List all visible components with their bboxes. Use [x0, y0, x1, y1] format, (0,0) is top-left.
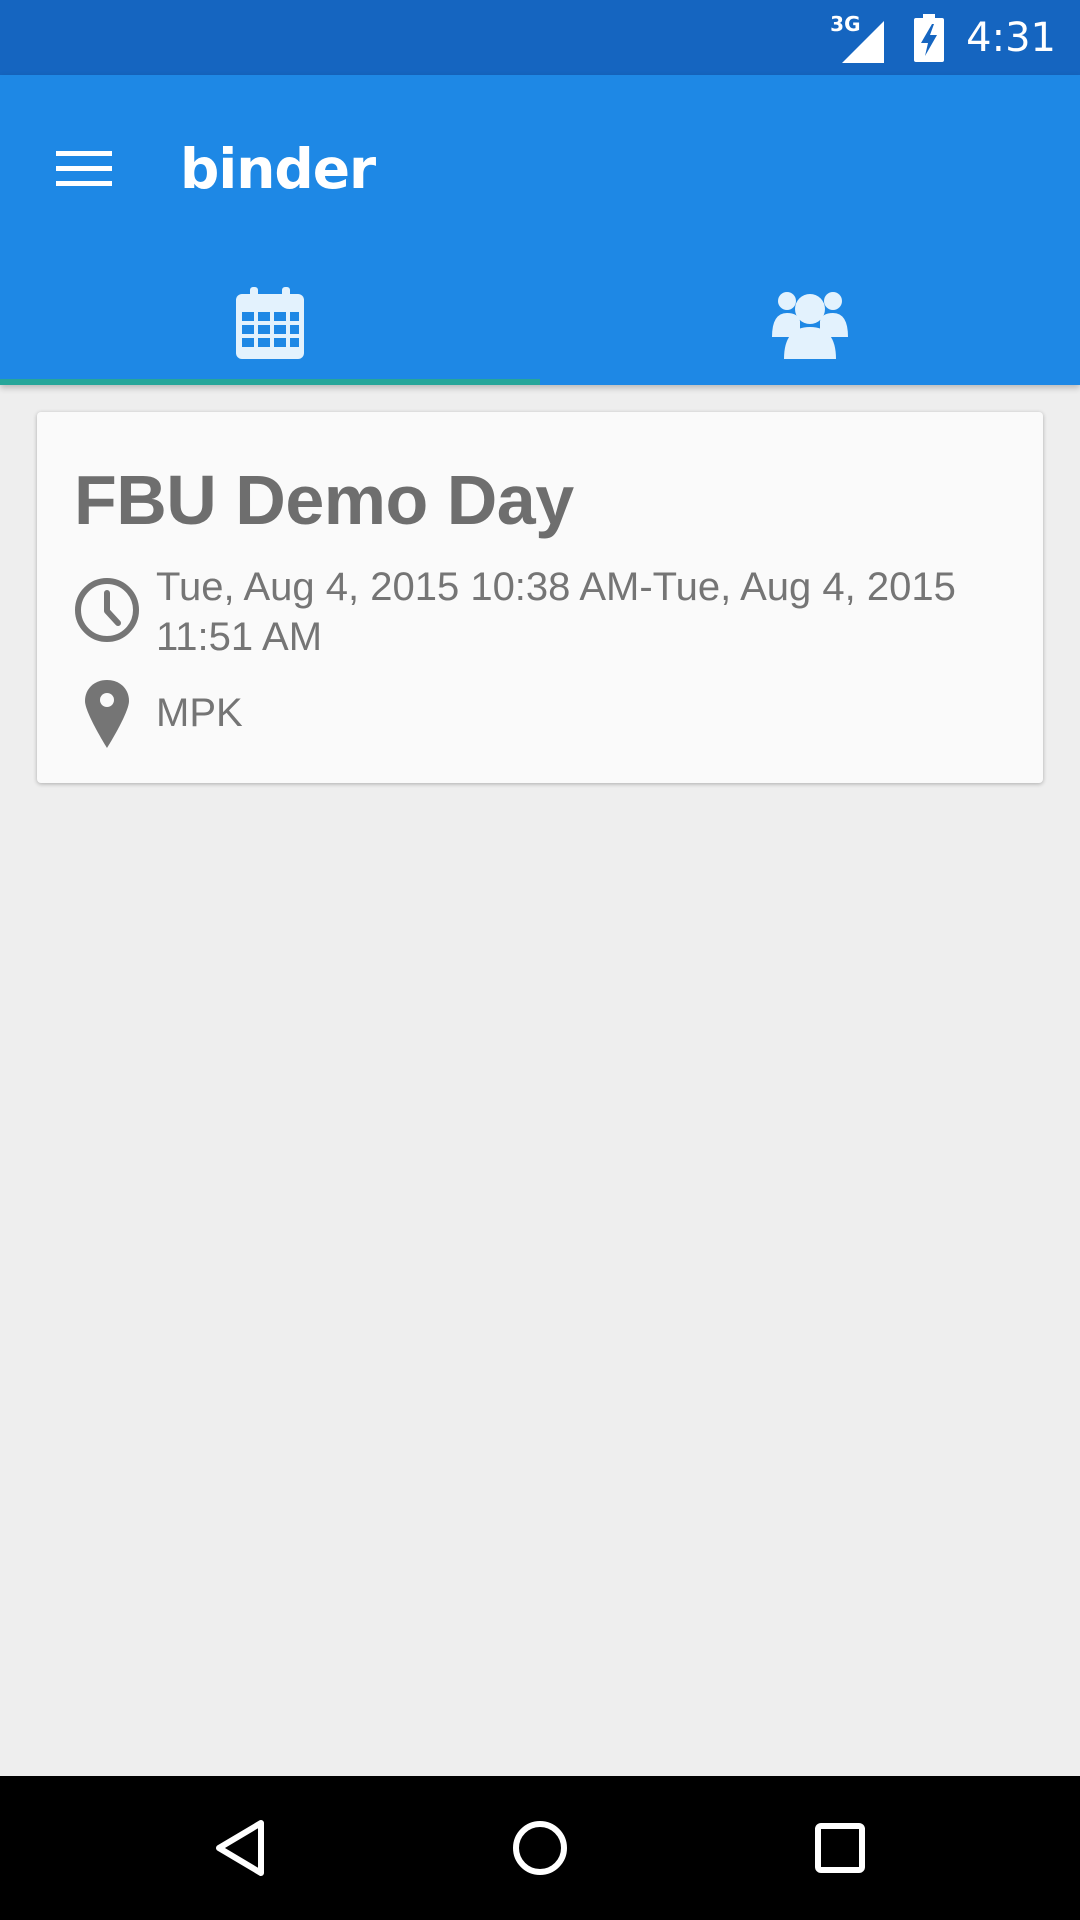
status-clock: 4:31 [966, 14, 1056, 61]
map-pin-icon [85, 680, 129, 748]
calendar-icon [236, 286, 304, 359]
signal-strength-icon [842, 20, 885, 63]
back-button[interactable] [190, 1798, 290, 1898]
event-card[interactable]: FBU Demo Day Tue, Aug 4, 2015 10:38 AM-T… [37, 412, 1043, 783]
recents-button[interactable] [790, 1798, 890, 1898]
status-bar: 3G 4:31 [0, 0, 1080, 75]
tab-events[interactable] [0, 260, 540, 385]
home-circle-icon [513, 1821, 567, 1875]
hamburger-menu-icon [56, 151, 112, 186]
tab-groups[interactable] [540, 260, 1080, 385]
status-icons: 3G 4:31 [830, 0, 1056, 75]
battery-charging-icon [914, 13, 945, 62]
tab-bar [0, 260, 1080, 385]
app-toolbar: binder [0, 75, 1080, 385]
back-triangle-icon [216, 1820, 264, 1876]
menu-button[interactable] [40, 125, 128, 213]
clock-icon [75, 578, 139, 642]
recents-square-icon [815, 1823, 865, 1873]
cellular-signal: 3G [830, 13, 890, 63]
event-time-range: Tue, Aug 4, 2015 10:38 AM-Tue, Aug 4, 20… [156, 565, 956, 659]
app-title: binder [180, 137, 376, 201]
home-button[interactable] [490, 1798, 590, 1898]
selected-tab-indicator [0, 379, 540, 385]
system-nav-bar [0, 1776, 1080, 1920]
event-title: FBU Demo Day [74, 461, 574, 539]
event-location: MPK [156, 691, 243, 735]
group-icon [772, 291, 848, 359]
